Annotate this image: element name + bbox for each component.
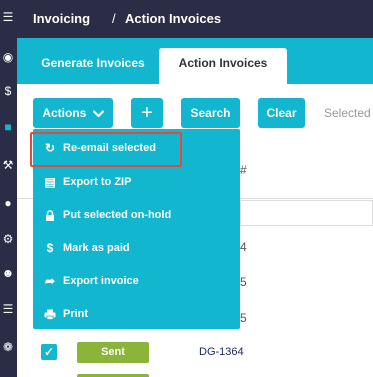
menu-item-label: Print <box>63 308 89 320</box>
actions-dropdown-button[interactable]: Actions <box>33 98 113 128</box>
row-checkbox[interactable]: ✓ <box>41 344 57 360</box>
tab-generate-invoices[interactable]: Generate Invoices <box>30 48 156 84</box>
share-icon: ➦ <box>44 274 56 288</box>
actions-label: Actions <box>42 106 87 120</box>
user-icon[interactable]: ☻ <box>1 266 15 280</box>
printer-icon <box>43 298 57 331</box>
search-button[interactable]: Search <box>181 98 240 128</box>
breadcrumb-invoicing[interactable]: Invoicing <box>33 11 90 26</box>
dollar-icon[interactable]: $ <box>1 84 15 98</box>
tab-action-invoices[interactable]: Action Invoices <box>159 48 287 84</box>
folder-icon[interactable]: ■ <box>1 120 15 134</box>
menu-item-label: Export invoice <box>63 275 139 287</box>
actions-menu: ↻ Re-email selected ▤ Export to ZIP Put … <box>33 129 240 329</box>
breadcrumb-action-invoices: Action Invoices <box>125 11 222 26</box>
gear-icon[interactable]: ⚙ <box>1 232 15 246</box>
bicycle-icon[interactable]: ● <box>1 196 15 210</box>
menu-item-put-on-hold[interactable]: Put selected on-hold <box>34 199 239 232</box>
menu-item-re-email-selected[interactable]: ↻ Re-email selected <box>34 132 239 165</box>
refresh-icon: ↻ <box>44 141 56 155</box>
table-cell-fragment: 5 <box>240 311 247 325</box>
chevron-down-icon <box>92 110 104 117</box>
sidebar-rail: ☰ ◉ $ ■ ⚒ ● ⚙ ☻ ☰ ❁ <box>0 0 17 377</box>
menu-item-print[interactable]: Print <box>34 298 239 331</box>
menu-item-export-to-zip[interactable]: ▤ Export to ZIP <box>34 166 239 199</box>
top-bar: Invoicing / Action Invoices <box>17 0 373 38</box>
breadcrumb-separator: / <box>112 11 116 26</box>
column-header-number: # <box>240 163 247 177</box>
list-icon[interactable]: ☰ <box>1 302 15 316</box>
dollar-icon: $ <box>46 241 54 255</box>
selected-count-text: Selected <box>324 106 371 120</box>
menu-item-export-invoice[interactable]: ➦ Export invoice <box>34 265 239 298</box>
lock-icon <box>43 199 57 232</box>
status-badge: Sent <box>77 342 149 363</box>
wrench-icon[interactable]: ⚒ <box>1 158 15 172</box>
menu-item-label: Mark as paid <box>63 242 130 254</box>
clear-button[interactable]: Clear <box>258 98 305 128</box>
filter-input[interactable] <box>240 200 373 226</box>
zip-file-icon: ▤ <box>44 175 56 189</box>
globe-icon[interactable]: ◉ <box>1 50 15 64</box>
menu-icon[interactable]: ☰ <box>1 10 15 24</box>
menu-item-label: Re-email selected <box>63 142 156 154</box>
table-cell-fragment: 5 <box>240 275 247 289</box>
menu-item-label: Export to ZIP <box>63 176 132 188</box>
tabs-bar: Generate Invoices Action Invoices <box>17 38 373 84</box>
table-cell-fragment: 4 <box>240 240 247 254</box>
menu-item-mark-as-paid[interactable]: $ Mark as paid <box>34 232 239 265</box>
add-button[interactable]: + <box>131 98 163 128</box>
invoice-number-link[interactable]: DG-1364 <box>199 346 244 358</box>
cog-icon[interactable]: ❁ <box>1 340 15 354</box>
menu-item-label: Put selected on-hold <box>63 209 172 221</box>
table-row[interactable] <box>17 338 373 368</box>
